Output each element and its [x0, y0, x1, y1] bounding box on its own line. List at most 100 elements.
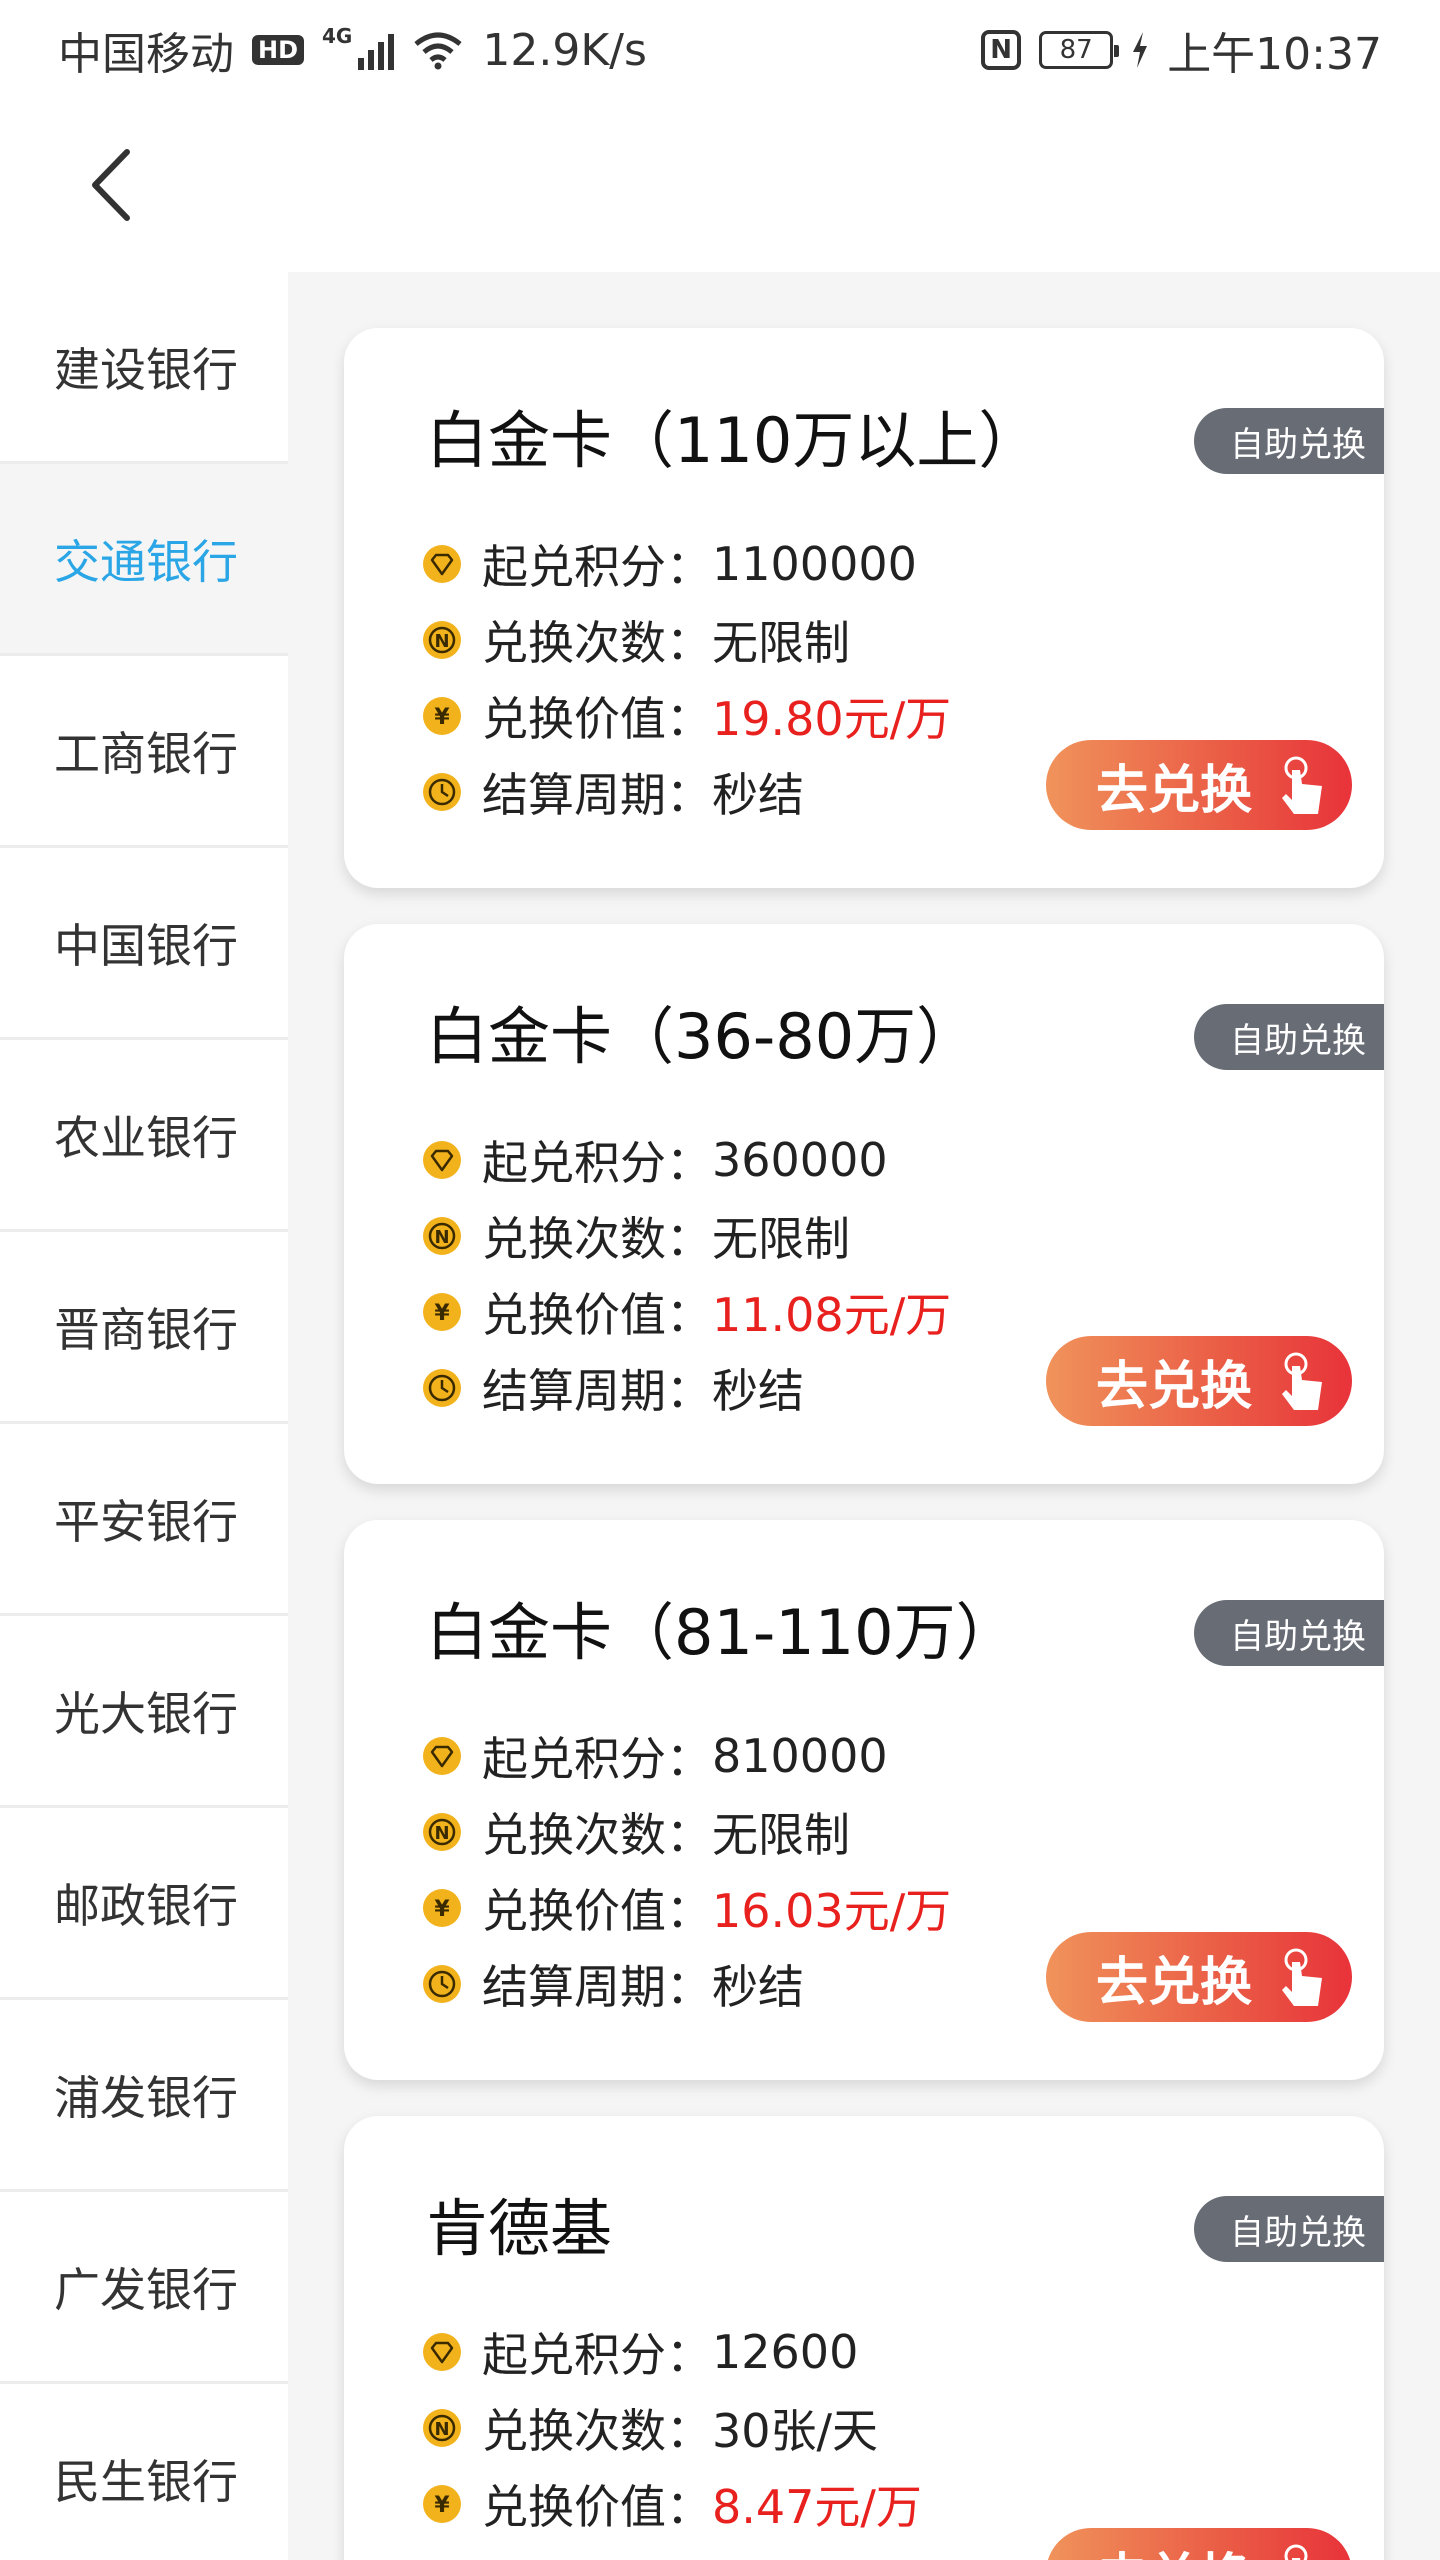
battery-icon: 87 — [1039, 31, 1120, 69]
sidebar-item-label: 平安银行 — [54, 1494, 238, 1549]
svg-text:N: N — [434, 2419, 449, 2440]
card-title: 肯德基 — [426, 2192, 613, 2265]
sidebar-item-label: 民生银行 — [54, 2454, 238, 2509]
sidebar-item-label: 工商银行 — [54, 726, 238, 781]
sidebar-item-bocom[interactable]: 交通银行 — [0, 464, 288, 656]
exchange-button[interactable]: 去兑换 — [1046, 740, 1352, 830]
times-label: 兑换次数： — [482, 1212, 712, 1266]
offer-card: 白金卡（36-80万） 自助兑换 起兑积分： 360000 N 兑换次数： 无限… — [344, 924, 1384, 1484]
exchange-button-label: 去兑换 — [1096, 1952, 1253, 2013]
svg-text:¥: ¥ — [434, 705, 450, 730]
sidebar-item-pingan[interactable]: 平安银行 — [0, 1424, 288, 1616]
exchange-button-label: 去兑换 — [1096, 1356, 1253, 1417]
offer-list: 白金卡（110万以上） 自助兑换 起兑积分： 1100000 N 兑换次数： 无… — [288, 272, 1440, 2560]
status-bar: 中国移动 HD 4G 12.9K/s N 87 上午10:37 — [0, 0, 1440, 100]
sidebar-item-label: 广发银行 — [54, 2262, 238, 2317]
offer-card: 肯德基 自助兑换 起兑积分： 12600 N 兑换次数： 30张/天 ¥ 兑换价… — [344, 2116, 1384, 2560]
sidebar-item-ccb[interactable]: 建设银行 — [0, 272, 288, 464]
sidebar-item-label: 农业银行 — [54, 1110, 238, 1165]
header — [0, 100, 1440, 272]
times-row: N 兑换次数： 无限制 — [422, 1198, 951, 1274]
sidebar-item-cgb[interactable]: 广发银行 — [0, 2192, 288, 2384]
exchange-value: 11.08元/万 — [712, 1288, 952, 1342]
offer-card: 白金卡（110万以上） 自助兑换 起兑积分： 1100000 N 兑换次数： 无… — [344, 328, 1384, 888]
settle-row: 结算周期： 秒结 — [422, 1350, 951, 1426]
sidebar-item-label: 建设银行 — [54, 342, 238, 397]
clock-icon — [423, 773, 461, 811]
value-label: 兑换价值： — [482, 692, 712, 746]
tap-hand-icon — [1282, 756, 1322, 814]
sidebar-item-spdb[interactable]: 浦发银行 — [0, 2000, 288, 2192]
hd-icon: HD — [252, 35, 305, 65]
exchange-button-label: 去兑换 — [1096, 760, 1253, 821]
settle-row: 结算周期： 秒结 — [422, 754, 951, 830]
times-value: 无限制 — [712, 1212, 850, 1266]
sidebar-item-label: 晋商银行 — [54, 1302, 238, 1357]
sidebar-item-icbc[interactable]: 工商银行 — [0, 656, 288, 848]
sidebar-item-abc[interactable]: 农业银行 — [0, 1040, 288, 1232]
count-icon: N — [423, 621, 461, 659]
count-icon: N — [423, 1813, 461, 1851]
sidebar-item-label: 邮政银行 — [54, 1878, 238, 1933]
times-label: 兑换次数： — [482, 616, 712, 670]
back-button[interactable] — [70, 140, 150, 230]
sidebar-item-label: 中国银行 — [54, 918, 238, 973]
network-type: 4G — [322, 24, 353, 48]
settle-label: 结算周期： — [482, 1364, 712, 1418]
points-row: 起兑积分： 360000 — [422, 1122, 951, 1198]
points-label: 起兑积分： — [482, 1136, 712, 1190]
sidebar-item-postal[interactable]: 邮政银行 — [0, 1808, 288, 2000]
times-row: N 兑换次数： 30张/天 — [422, 2390, 922, 2466]
diamond-icon — [423, 545, 461, 583]
diamond-icon — [423, 1141, 461, 1179]
clock-icon — [423, 1965, 461, 2003]
svg-text:N: N — [434, 1823, 449, 1844]
times-row: N 兑换次数： 无限制 — [422, 1794, 951, 1870]
value-row: ¥ 兑换价值： 16.03元/万 — [422, 1870, 951, 1946]
tap-hand-icon — [1282, 1352, 1322, 1410]
settle-label: 结算周期： — [482, 1960, 712, 2014]
offer-card: 白金卡（81-110万） 自助兑换 起兑积分： 810000 N 兑换次数： 无… — [344, 1520, 1384, 2080]
tap-hand-icon — [1282, 1948, 1322, 2006]
exchange-value: 8.47元/万 — [712, 2480, 922, 2534]
times-row: N 兑换次数： 无限制 — [422, 602, 951, 678]
card-details: 起兑积分： 810000 N 兑换次数： 无限制 ¥ 兑换价值： 16.03元/… — [422, 1718, 951, 2022]
charging-icon — [1133, 32, 1148, 68]
clock-time: 上午10:37 — [1167, 29, 1382, 80]
nfc-icon: N — [981, 30, 1022, 70]
card-title: 白金卡（110万以上） — [426, 404, 1041, 477]
card-details: 起兑积分： 360000 N 兑换次数： 无限制 ¥ 兑换价值： 11.08元/… — [422, 1122, 951, 1426]
value-label: 兑换价值： — [482, 1884, 712, 1938]
sidebar-item-cmbc[interactable]: 民生银行 — [0, 2384, 288, 2560]
settle-row: 结算周期： 秒结 — [422, 1946, 951, 2022]
points-value: 360000 — [712, 1133, 888, 1187]
self-exchange-badge: 自助兑换 — [1194, 408, 1384, 474]
card-title: 白金卡（81-110万） — [426, 1596, 1018, 1669]
points-row: 起兑积分： 810000 — [422, 1718, 951, 1794]
yuan-icon: ¥ — [423, 1889, 461, 1927]
wifi-icon — [414, 32, 462, 70]
svg-text:N: N — [434, 631, 449, 652]
count-icon: N — [423, 1217, 461, 1255]
points-row: 起兑积分： 1100000 — [422, 526, 951, 602]
carrier-name: 中国移动 — [58, 29, 234, 80]
value-label: 兑换价值： — [482, 1288, 712, 1342]
points-label: 起兑积分： — [482, 540, 712, 594]
svg-text:¥: ¥ — [434, 1897, 450, 1922]
sidebar-item-everbright[interactable]: 光大银行 — [0, 1616, 288, 1808]
value-row: ¥ 兑换价值： 8.47元/万 — [422, 2466, 922, 2542]
exchange-button[interactable]: 去兑换 — [1046, 1932, 1352, 2022]
exchange-button[interactable]: 去兑换 — [1046, 1336, 1352, 1426]
yuan-icon: ¥ — [423, 697, 461, 735]
diamond-icon — [423, 2333, 461, 2371]
value-label: 兑换价值： — [482, 2480, 712, 2534]
sidebar-item-jinshang[interactable]: 晋商银行 — [0, 1232, 288, 1424]
points-row: 起兑积分： 12600 — [422, 2314, 922, 2390]
exchange-button[interactable]: 去兑换 — [1046, 2528, 1352, 2560]
self-exchange-badge: 自助兑换 — [1194, 1004, 1384, 1070]
sidebar-item-label: 光大银行 — [54, 1686, 238, 1741]
count-icon: N — [423, 2409, 461, 2447]
card-title: 白金卡（36-80万） — [426, 1000, 979, 1073]
sidebar-item-boc[interactable]: 中国银行 — [0, 848, 288, 1040]
settle-label: 结算周期： — [482, 768, 712, 822]
